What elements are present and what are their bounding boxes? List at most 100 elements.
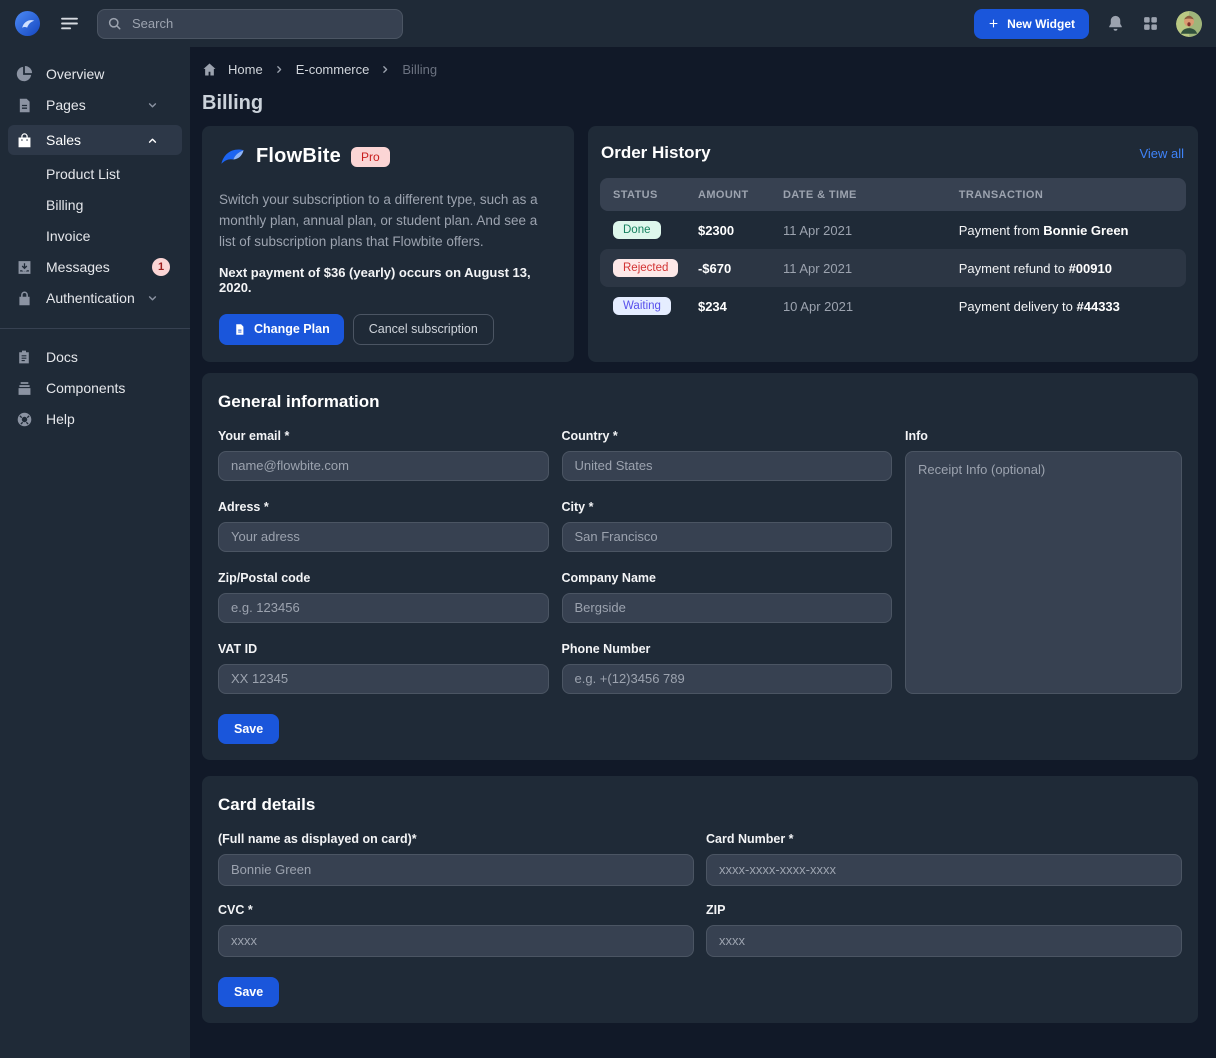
general-save-button[interactable]: Save (218, 714, 279, 744)
transaction-text: Payment delivery to (959, 299, 1077, 314)
sidebar: Overview Pages Sales Product List Billing Inv… (0, 47, 190, 1058)
general-information-card: General information Your email * Country … (202, 373, 1198, 760)
info-label: Info (905, 429, 1182, 443)
order-table: STATUS AMOUNT DATE & TIME TRANSACTION Do… (600, 178, 1186, 325)
chevron-right-icon (380, 64, 391, 75)
general-information-title: General information (218, 392, 1182, 412)
field-label: Your email * (218, 429, 549, 443)
sidebar-item-authentication[interactable]: Authentication (8, 283, 182, 313)
order-date: 11 Apr 2021 (770, 223, 946, 238)
search-input[interactable] (97, 9, 403, 39)
column-header-date: DATE & TIME (770, 189, 946, 201)
phone-number-input[interactable] (562, 664, 893, 694)
sidebar-item-label: Messages (46, 259, 110, 275)
transaction-text: Payment from (959, 223, 1044, 238)
new-widget-button[interactable]: New Widget (974, 9, 1089, 39)
menu-toggle-button[interactable] (58, 13, 80, 35)
change-plan-label: Change Plan (254, 322, 330, 336)
zip-input[interactable] (706, 925, 1182, 957)
sidebar-item-label: Billing (46, 197, 83, 213)
sidebar-item-label: Docs (46, 349, 78, 365)
sidebar-item-label: Help (46, 411, 75, 427)
sidebar-item-overview[interactable]: Overview (8, 59, 182, 89)
field-label: CVC * (218, 903, 694, 917)
shopping-bag-icon (15, 132, 33, 149)
status-badge: Rejected (613, 259, 678, 277)
sidebar-item-help[interactable]: Help (8, 404, 182, 434)
breadcrumb-ecommerce[interactable]: E-commerce (296, 62, 370, 77)
status-badge: Waiting (613, 297, 671, 315)
next-payment-text: Next payment of $36 (yearly) occurs on A… (219, 265, 557, 295)
order-transaction: Payment from Bonnie Green (946, 223, 1186, 238)
column-header-amount: AMOUNT (685, 189, 770, 201)
order-amount: $234 (685, 299, 770, 314)
zip-postal-code-field: Zip/Postal code (218, 571, 549, 623)
collection-icon (15, 380, 33, 397)
sidebar-item-billing[interactable]: Billing (8, 190, 182, 220)
vat-id-input[interactable] (218, 664, 549, 694)
transaction-ref: #44333 (1077, 299, 1120, 314)
cvc-input[interactable] (218, 925, 694, 957)
flowbite-logo-icon (219, 143, 246, 170)
lock-icon (15, 290, 33, 307)
file-icon (233, 323, 246, 336)
search-box (97, 9, 403, 39)
sidebar-item-sales[interactable]: Sales (8, 125, 182, 155)
sidebar-divider (0, 328, 190, 329)
field-label: Card Number * (706, 832, 1182, 846)
document-icon (15, 97, 33, 114)
field-label: ZIP (706, 903, 1182, 917)
sidebar-item-label: Pages (46, 97, 86, 113)
breadcrumb-home[interactable]: Home (228, 62, 263, 77)
user-avatar[interactable] (1176, 11, 1202, 37)
field-label: City * (562, 500, 893, 514)
search-icon (107, 16, 122, 31)
company-name-input[interactable] (562, 593, 893, 623)
sidebar-item-pages[interactable]: Pages (8, 90, 182, 120)
adress-field: Adress * (218, 500, 549, 552)
your-email-input[interactable] (218, 451, 549, 481)
card-number-input[interactable] (706, 854, 1182, 886)
field-label: Phone Number (562, 642, 893, 656)
info-field: Info (905, 429, 1182, 694)
change-plan-button[interactable]: Change Plan (219, 314, 344, 345)
order-table-body: Done$230011 Apr 2021Payment from Bonnie … (600, 211, 1186, 325)
order-row: Done$230011 Apr 2021Payment from Bonnie … (600, 211, 1186, 249)
view-all-link[interactable]: View all (1139, 146, 1184, 161)
apps-grid-icon[interactable] (1142, 15, 1159, 32)
cancel-subscription-button[interactable]: Cancel subscription (353, 314, 494, 345)
sidebar-item-product-list[interactable]: Product List (8, 159, 182, 189)
top-navbar: New Widget (0, 0, 1216, 47)
city-input[interactable] (562, 522, 893, 552)
sidebar-item-docs[interactable]: Docs (8, 342, 182, 372)
field-label: Country * (562, 429, 893, 443)
full-name-as-displayed-on-card-input[interactable] (218, 854, 694, 886)
notifications-bell-icon[interactable] (1106, 14, 1125, 33)
card-save-button[interactable]: Save (218, 977, 279, 1007)
field-label: Zip/Postal code (218, 571, 549, 585)
transaction-text: Payment refund to (959, 261, 1069, 276)
home-icon (202, 62, 217, 77)
order-amount: -$670 (685, 261, 770, 276)
chevron-up-icon (143, 134, 161, 147)
zip-postal-code-input[interactable] (218, 593, 549, 623)
country-input[interactable] (562, 451, 893, 481)
sidebar-item-label: Product List (46, 166, 120, 182)
app-logo-icon[interactable] (14, 10, 41, 37)
sidebar-item-messages[interactable]: Messages 1 (8, 252, 182, 282)
sidebar-item-components[interactable]: Components (8, 373, 182, 403)
unread-count-badge: 1 (152, 258, 170, 276)
new-widget-label: New Widget (1007, 17, 1075, 31)
sidebar-item-invoice[interactable]: Invoice (8, 221, 182, 251)
adress-input[interactable] (218, 522, 549, 552)
plus-icon (988, 18, 999, 29)
status-badge: Done (613, 221, 661, 239)
order-history-card: Order History View all STATUS AMOUNT DAT… (588, 126, 1198, 362)
your-email-field: Your email * (218, 429, 549, 481)
lifebuoy-icon (15, 411, 33, 428)
subscription-card: FlowBite Pro Switch your subscription to… (202, 126, 574, 362)
receipt-info-textarea[interactable] (905, 451, 1182, 694)
sidebar-item-label: Sales (46, 132, 81, 148)
order-date: 11 Apr 2021 (770, 261, 946, 276)
order-row: Rejected -$67011 Apr 2021 Payment refund t… (600, 249, 1186, 287)
